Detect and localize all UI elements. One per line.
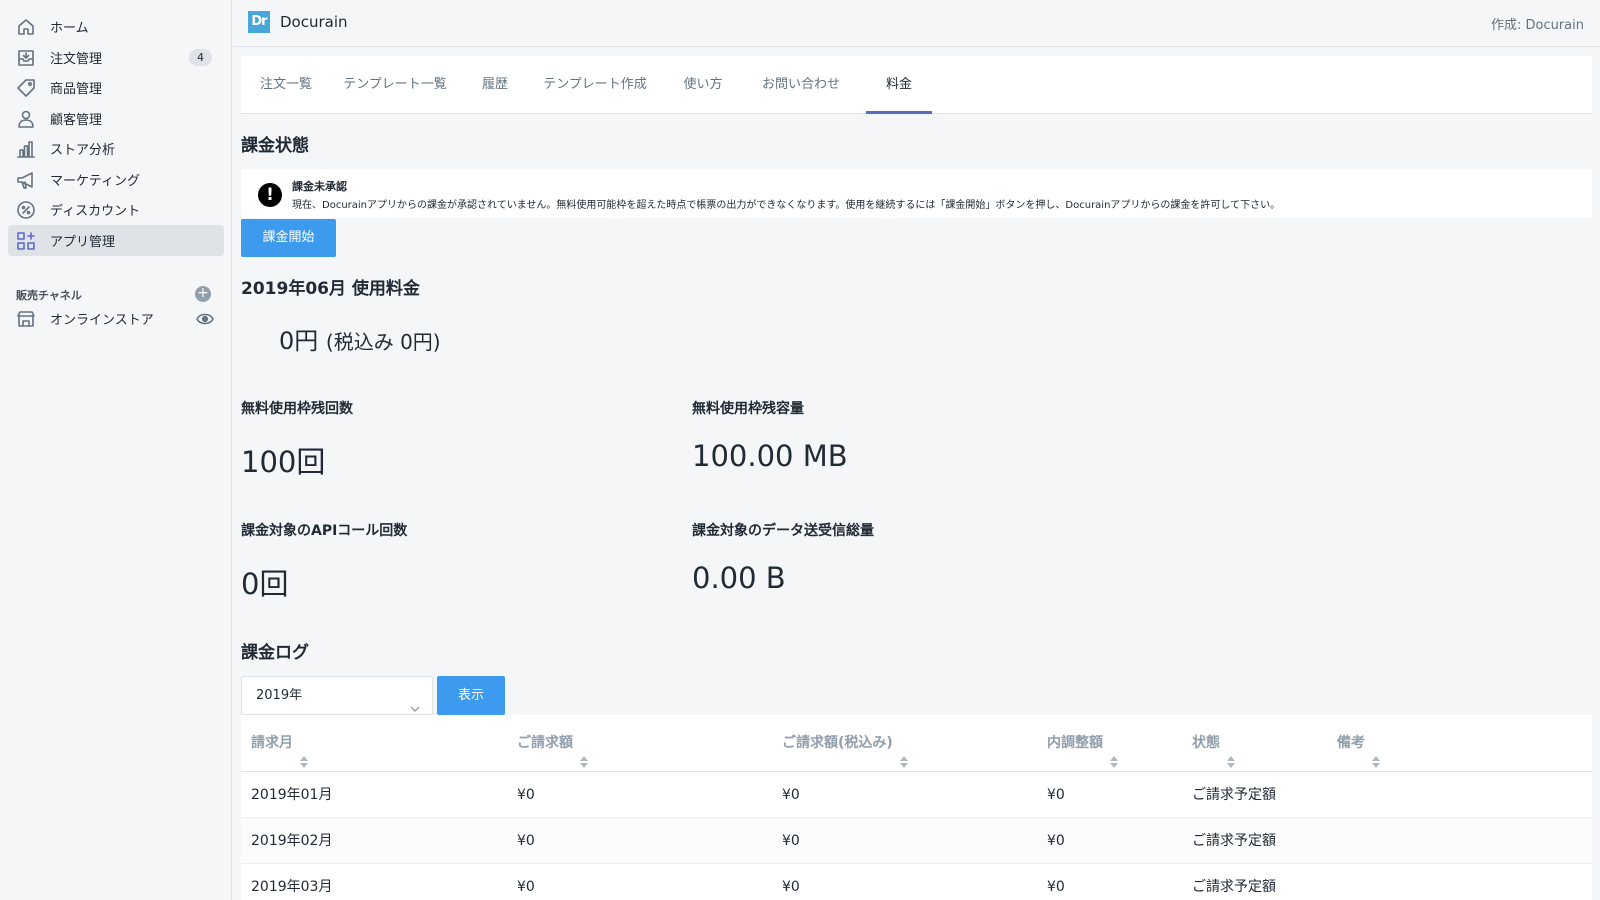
tab-orders[interactable]: 注文一覧 [241,56,331,114]
banner-message: 現在、Docurainアプリからの課金が承認されていません。無料使用可能枠を超え… [292,200,1281,211]
sidebar-item-label: ストア分析 [50,143,116,158]
cell-month: 2019年02月 [251,833,333,849]
sidebar-item-products[interactable]: 商品管理 [8,72,224,103]
api-calls-value: 0回 [241,567,289,601]
tab-history[interactable]: 履歴 [460,56,530,114]
discount-icon [15,199,37,221]
sidebar-item-analytics[interactable]: ストア分析 [8,133,224,164]
tab-create-template[interactable]: テンプレート作成 [534,56,656,114]
table-row: 2019年02月 ¥0 ¥0 ¥0 ご請求予定額 [241,818,1592,864]
sidebar-item-marketing[interactable]: マーケティング [8,164,224,195]
billing-log-heading: 課金ログ [241,643,309,663]
cell-amount-tax: ¥0 [782,879,800,895]
column-header-amount-tax[interactable]: ご請求額(税込み) [782,715,908,772]
sort-icon [580,736,588,768]
usage-price: 0円 (税込み 0円) [279,321,441,356]
app-title: Docurain [280,13,348,31]
topbar: Dr Docurain 作成: Docurain [233,0,1600,47]
billing-status-heading: 課金状態 [241,136,309,156]
transfer-label: 課金対象のデータ送受信総量 [692,523,874,539]
sidebar-item-customers[interactable]: 顧客管理 [8,103,224,134]
sidebar: ホーム 注文管理 4 商品管理 顧客管理 ストア分析 マーケティング ディスカウ… [0,0,232,900]
tab-bar: 注文一覧 テンプレート一覧 履歴 テンプレート作成 使い方 お問い合わせ 料金 [241,56,1592,114]
sort-icon [899,736,908,768]
free-capacity-label: 無料使用枠残容量 [692,401,804,417]
table-row: 2019年01月 ¥0 ¥0 ¥0 ご請求予定額 [241,772,1592,818]
cell-amount: ¥0 [517,787,535,803]
chart-icon [15,138,37,160]
apps-icon [15,230,37,252]
sidebar-item-apps[interactable]: アプリ管理 [8,225,224,256]
show-button[interactable]: 表示 [437,676,505,715]
api-calls-label: 課金対象のAPIコール回数 [241,523,408,539]
column-header-adjustment[interactable]: 内調整額 [1047,715,1118,772]
table-row: 2019年03月 ¥0 ¥0 ¥0 ご請求予定額 [241,864,1592,900]
usage-heading: 2019年06月 使用料金 [241,279,420,299]
tag-icon [15,77,37,99]
alert-icon: ! [258,183,282,207]
sidebar-item-label: ディスカウント [50,204,141,219]
sidebar-item-online-store[interactable]: オンラインストア [8,303,224,334]
sort-icon [1372,736,1380,768]
user-icon [15,108,37,130]
table-header: 請求月 ご請求額 ご請求額(税込み) 内調整額 状態 備考 [241,715,1592,772]
cell-amount-tax: ¥0 [782,833,800,849]
megaphone-icon [15,169,37,191]
transfer-value: 0.00 B [692,561,786,595]
store-icon [15,308,37,330]
column-header-status[interactable]: 状態 [1192,715,1235,772]
sidebar-item-label: マーケティング [50,174,140,189]
sidebar-item-label: 顧客管理 [50,113,103,128]
sidebar-item-discounts[interactable]: ディスカウント [8,194,224,225]
cell-adjustment: ¥0 [1047,787,1065,803]
orders-icon [15,47,37,69]
column-header-amount[interactable]: ご請求額 [517,715,588,772]
home-icon [15,16,37,38]
sort-icon [1110,736,1118,768]
year-select-value: 2019年 [256,688,303,703]
cell-amount-tax: ¥0 [782,787,800,803]
sidebar-item-label: ホーム [50,21,89,36]
price-value: 0円 [279,327,319,355]
cell-status: ご請求予定額 [1192,787,1276,803]
cell-amount: ¥0 [517,879,535,895]
plus-circle-icon[interactable]: + [195,286,211,302]
app-logo: Dr [248,11,270,33]
chevron-down-icon [410,691,420,712]
banner-title: 課金未承認 [292,180,347,193]
free-calls-label: 無料使用枠残回数 [241,401,353,417]
tab-contact[interactable]: お問い合わせ [747,56,855,114]
cell-adjustment: ¥0 [1047,833,1065,849]
tab-usage[interactable]: 使い方 [662,56,744,114]
tab-templates[interactable]: テンプレート一覧 [334,56,456,114]
sidebar-item-label: 注文管理 [50,52,103,67]
price-tax: (税込み 0円) [325,330,441,354]
cell-month: 2019年03月 [251,879,333,895]
billing-log-table: 請求月 ご請求額 ご請求額(税込み) 内調整額 状態 備考 2019年01月 ¥… [241,715,1592,900]
sidebar-item-home[interactable]: ホーム [8,11,224,42]
sidebar-item-label: オンラインストア [50,313,154,328]
column-header-month[interactable]: 請求月 [251,715,308,772]
cell-adjustment: ¥0 [1047,879,1065,895]
tab-pricing[interactable]: 料金 [866,56,932,114]
column-header-notes[interactable]: 備考 [1337,715,1380,772]
cell-status: ご請求予定額 [1192,833,1276,849]
cell-amount: ¥0 [517,833,535,849]
created-by: 作成: Docurain [1490,18,1584,33]
orders-count-badge: 4 [189,49,212,66]
start-billing-button[interactable]: 課金開始 [241,219,336,257]
eye-icon[interactable] [196,311,214,325]
billing-warning-banner: ! 課金未承認 現在、Docurainアプリからの課金が承認されていません。無料… [241,169,1592,218]
sales-channels-title: 販売チャネル [16,289,82,302]
sidebar-item-label: 商品管理 [50,82,103,97]
sidebar-item-label: アプリ管理 [50,235,116,250]
sort-icon [1227,736,1235,768]
cell-month: 2019年01月 [251,787,333,803]
free-capacity-value: 100.00 MB [692,439,848,473]
cell-status: ご請求予定額 [1192,879,1276,895]
free-calls-value: 100回 [241,445,326,479]
sort-icon [300,736,308,768]
year-select[interactable]: 2019年 [241,676,433,715]
sidebar-item-orders[interactable]: 注文管理 4 [8,42,224,73]
